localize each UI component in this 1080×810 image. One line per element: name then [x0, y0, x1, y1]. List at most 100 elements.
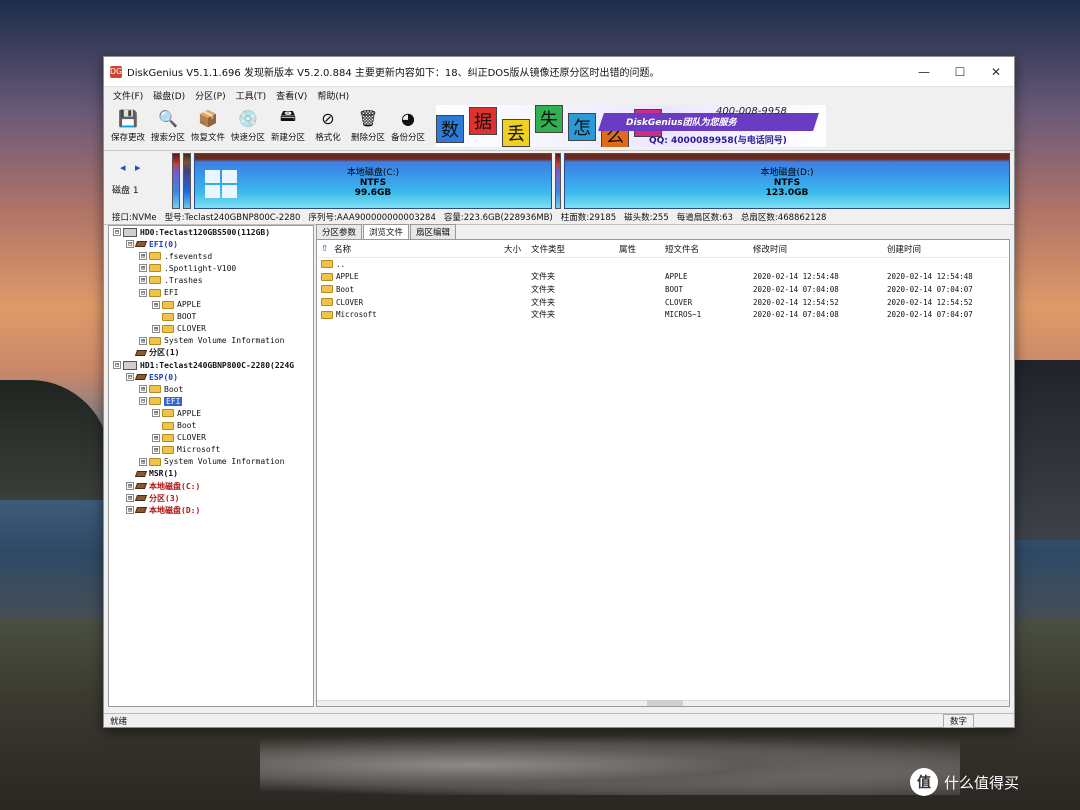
col-attr-header[interactable]: 属性	[613, 243, 659, 255]
col-size-header[interactable]: 大小	[477, 243, 525, 255]
menu-item-4[interactable]: 查看(V)	[271, 89, 312, 102]
menu-item-2[interactable]: 分区(P)	[190, 89, 230, 102]
menu-item-1[interactable]: 磁盘(D)	[148, 89, 190, 102]
tree-node-label: APPLE	[177, 300, 202, 310]
scroll-thumb[interactable]	[647, 700, 683, 706]
tree-expander-icon[interactable]: ⊞	[126, 482, 134, 491]
disk-info-bar: 接口:NVMe 型号:Teclast240GBNP800C-2280 序列号:AAA…	[104, 209, 1014, 225]
tree-expander-icon[interactable]: ⊞	[139, 276, 147, 285]
tab-1[interactable]: 浏览文件	[363, 224, 410, 239]
file-row[interactable]: ..	[317, 258, 1009, 271]
tree-node[interactable]: ⊞ 分区(3)	[109, 492, 313, 504]
toolbar-button-6[interactable]: 🗑 删除分区	[348, 103, 388, 149]
col-modified-header[interactable]: 修改时间	[747, 243, 881, 255]
col-created-header[interactable]: 创建时间	[881, 243, 1001, 255]
folder-icon	[149, 336, 161, 345]
disk-nav-arrows-icon[interactable]: ◂ ▸	[120, 161, 144, 174]
tree-expander-icon[interactable]: ⊞	[126, 494, 134, 503]
menu-item-0[interactable]: 文件(F)	[108, 89, 148, 102]
tree-node[interactable]: ⊞ System Volume Information	[109, 335, 313, 347]
partition-recovery-block[interactable]	[555, 153, 561, 209]
tab-2[interactable]: 扇区编辑	[410, 224, 457, 239]
toolbar: 💾 保存更改 🔍 搜索分区 📦 恢复文件 💿 快速分区 🖴 新建分区 ⊘ 格式化 🗑 删除分区 ◕ 备份分区 …	[104, 103, 1014, 151]
tree-expander-icon[interactable]: ⊟	[126, 240, 134, 249]
file-row[interactable]: CLOVER 文件夹 CLOVER 2020-02-14 12:54:52 2020-0…	[317, 296, 1009, 309]
tree-node[interactable]: BOOT	[109, 311, 313, 323]
tree-node[interactable]: ⊞ .Trashes	[109, 274, 313, 286]
partition-icon	[134, 374, 148, 381]
tree-node[interactable]: ⊞ .fseventsd	[109, 250, 313, 262]
file-list-header: ⇧ 名称 大小 文件类型 属性 短文件名 修改时间 创建时间	[317, 240, 1009, 258]
tree-node[interactable]: ⊞ CLOVER	[109, 323, 313, 335]
tree-node[interactable]: ⊟ ESP(0)	[109, 371, 313, 383]
background-hill-left	[0, 380, 110, 500]
partition-esp-block[interactable]	[172, 153, 180, 209]
file-list: ⇧ 名称 大小 文件类型 属性 短文件名 修改时间 创建时间 .. APPLE 文件夹…	[316, 239, 1010, 707]
tree-expander-icon[interactable]: ⊞	[139, 264, 147, 273]
tree-expander-icon[interactable]: ⊞	[152, 300, 160, 309]
col-short-header[interactable]: 短文件名	[659, 243, 747, 255]
tree-expander-icon[interactable]: ⊟	[139, 397, 147, 406]
file-row[interactable]: Microsoft 文件夹 MICROS~1 2020-02-14 07:04:08 2…	[317, 308, 1009, 321]
toolbar-button-2[interactable]: 📦 恢复文件	[188, 103, 228, 149]
tree-node[interactable]: ⊞ 本地磁盘(D:)	[109, 504, 313, 516]
tree-expander-icon[interactable]: ⊞	[139, 252, 147, 261]
ad-banner[interactable]: 数据丢失怎么办 DiskGenius团队为您服务 400-008-9958 QQ…	[436, 105, 826, 147]
toolbar-button-5[interactable]: ⊘ 格式化	[308, 103, 348, 149]
tree-node[interactable]: ⊟ EFI(0)	[109, 238, 313, 250]
tree-node-label: BOOT	[177, 312, 197, 322]
col-name-label: 名称	[334, 244, 352, 255]
tree-node[interactable]: ⊟ HD0:Teclast120GBS500(112GB)	[109, 226, 313, 238]
windows-logo-icon	[205, 170, 237, 198]
partition-c-block[interactable]: 本地磁盘(C:) NTFS 99.6GB	[194, 153, 552, 209]
toolbar-button-0[interactable]: 💾 保存更改	[108, 103, 148, 149]
tree-expander-icon[interactable]: ⊞	[139, 336, 147, 345]
tree-expander-icon[interactable]: ⊞	[126, 506, 134, 515]
tree-node[interactable]: ⊞ .Spotlight-V100	[109, 262, 313, 274]
col-type-header[interactable]: 文件类型	[525, 243, 613, 255]
menu-item-5[interactable]: 帮助(H)	[312, 89, 354, 102]
toolbar-button-3[interactable]: 💿 快速分区	[228, 103, 268, 149]
tree-node[interactable]: ⊞ Boot	[109, 383, 313, 395]
tree-node[interactable]: ⊞ CLOVER	[109, 432, 313, 444]
tree-node[interactable]: ⊞ APPLE	[109, 407, 313, 419]
tree-node[interactable]: Boot	[109, 420, 313, 432]
tree-expander-icon[interactable]: ⊞	[152, 324, 160, 333]
tree-node[interactable]: ⊞ System Volume Information	[109, 456, 313, 468]
toolbar-button-1[interactable]: 🔍 搜索分区	[148, 103, 188, 149]
tree-expander-icon[interactable]: ⊞	[152, 445, 160, 454]
tree-expander-icon[interactable]: ⊞	[139, 385, 147, 394]
file-row[interactable]: Boot 文件夹 BOOT 2020-02-14 07:04:08 2020-02-14…	[317, 283, 1009, 296]
tree-expander-icon[interactable]: ⊞	[152, 433, 160, 442]
close-button[interactable]: ✕	[978, 57, 1014, 87]
tree-expander-icon[interactable]: ⊟	[113, 361, 121, 370]
partition-c-name: 本地磁盘(C:)	[346, 168, 400, 178]
tree-expander-icon[interactable]: ⊟	[126, 373, 134, 382]
magnifier-icon: 🔍	[158, 108, 178, 128]
tree-node[interactable]: ⊟ HD1:Teclast240GBNP800C-2280(224G	[109, 359, 313, 371]
tree-expander-icon[interactable]: ⊟	[113, 228, 121, 237]
tree-node[interactable]: ⊞ 本地磁盘(C:)	[109, 480, 313, 492]
maximize-button[interactable]: ☐	[942, 57, 978, 87]
partition-d-block[interactable]: 本地磁盘(D:) NTFS 123.0GB	[564, 153, 1010, 209]
partition-msr-block[interactable]	[183, 153, 191, 209]
horizontal-scrollbar[interactable]	[317, 700, 1009, 706]
tree-node[interactable]: ⊟ EFI	[109, 286, 313, 298]
tab-0[interactable]: 分区参数	[316, 224, 363, 239]
tree-expander-icon[interactable]: ⊞	[152, 409, 160, 418]
tree-node[interactable]: ⊞ Microsoft	[109, 444, 313, 456]
menu-item-3[interactable]: 工具(T)	[231, 89, 272, 102]
tree-node[interactable]: ⊟ EFI	[109, 395, 313, 407]
minimize-button[interactable]: —	[906, 57, 942, 87]
tree-node[interactable]: ⊞ APPLE	[109, 299, 313, 311]
tree-expander-icon[interactable]: ⊞	[139, 457, 147, 466]
toolbar-button-4[interactable]: 🖴 新建分区	[268, 103, 308, 149]
toolbar-button-7[interactable]: ◕ 备份分区	[388, 103, 428, 149]
tree-node-label: HD1:Teclast240GBNP800C-2280(224G	[140, 360, 295, 370]
tree-node[interactable]: MSR(1)	[109, 468, 313, 480]
tree-expander-icon[interactable]: ⊟	[139, 288, 147, 297]
tree-node[interactable]: 分区(1)	[109, 347, 313, 359]
toolbar-label: 格式化	[315, 133, 341, 143]
file-row[interactable]: APPLE 文件夹 APPLE 2020-02-14 12:54:48 2020-02-…	[317, 271, 1009, 284]
col-name-header[interactable]: ⇧ 名称	[317, 243, 477, 255]
